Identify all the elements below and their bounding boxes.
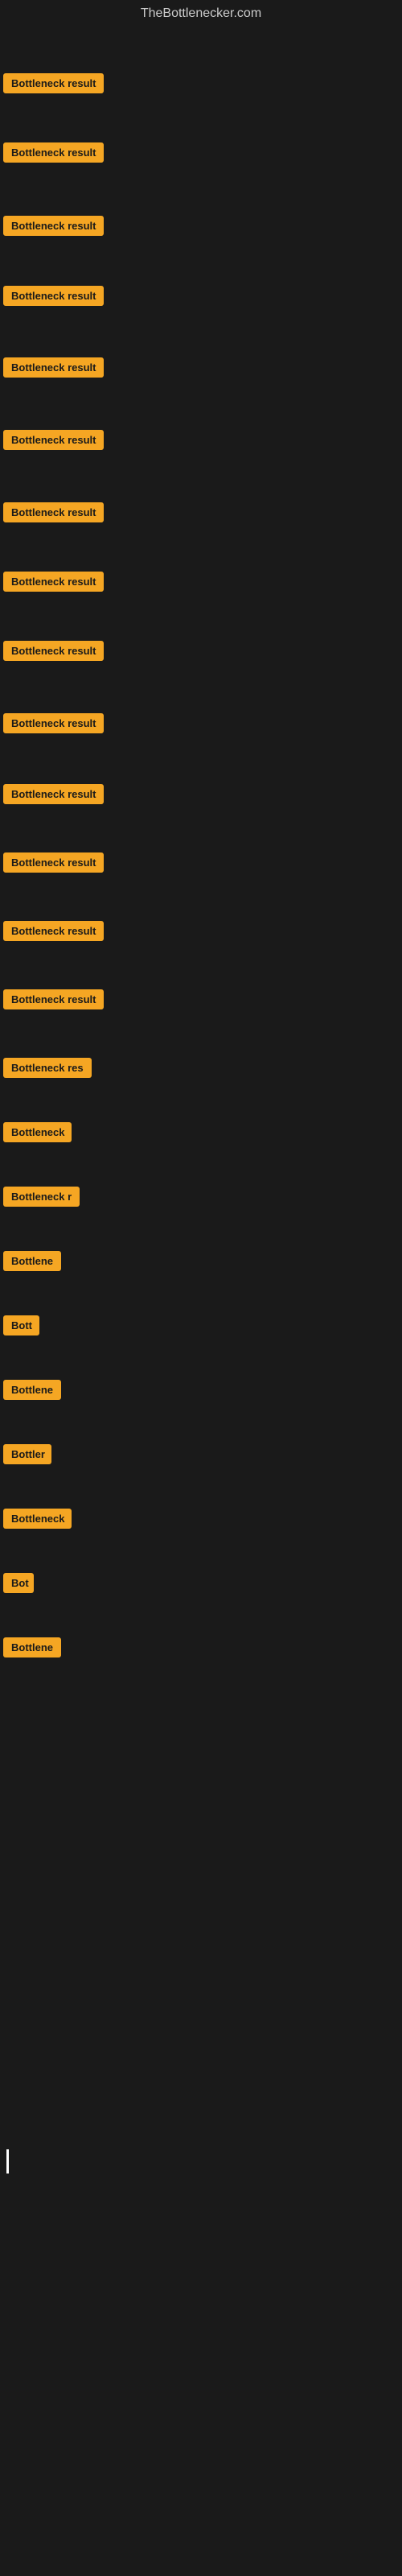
bottleneck-badge-2[interactable]: Bottleneck result [3, 142, 104, 163]
bottleneck-badge-3[interactable]: Bottleneck result [3, 216, 104, 236]
bottleneck-badge-21[interactable]: Bottler [3, 1444, 51, 1464]
bottleneck-item-24: Bottlene [0, 1637, 402, 1662]
bottleneck-item-23: Bot [0, 1573, 402, 1597]
bottleneck-badge-14[interactable]: Bottleneck result [3, 989, 104, 1009]
bottleneck-badge-15[interactable]: Bottleneck res [3, 1058, 92, 1078]
bottleneck-badge-24[interactable]: Bottlene [3, 1637, 61, 1657]
bottleneck-badge-18[interactable]: Bottlene [3, 1251, 61, 1271]
bottleneck-item-8: Bottleneck result [0, 572, 402, 596]
bottleneck-badge-23[interactable]: Bot [3, 1573, 34, 1593]
bottleneck-badge-4[interactable]: Bottleneck result [3, 286, 104, 306]
bottleneck-item-11: Bottleneck result [0, 784, 402, 808]
bottleneck-item-10: Bottleneck result [0, 713, 402, 737]
bottleneck-badge-13[interactable]: Bottleneck result [3, 921, 104, 941]
bottleneck-item-14: Bottleneck result [0, 989, 402, 1013]
bottleneck-item-1: Bottleneck result [0, 73, 402, 97]
site-title: TheBottlenecker.com [0, 0, 402, 27]
bottleneck-badge-5[interactable]: Bottleneck result [3, 357, 104, 378]
bottleneck-badge-10[interactable]: Bottleneck result [3, 713, 104, 733]
bottleneck-badge-17[interactable]: Bottleneck r [3, 1187, 80, 1207]
bottleneck-badge-16[interactable]: Bottleneck [3, 1122, 72, 1142]
bottleneck-item-13: Bottleneck result [0, 921, 402, 945]
page-wrapper: TheBottlenecker.com Bottleneck resultBot… [0, 0, 402, 2576]
bottleneck-badge-12[interactable]: Bottleneck result [3, 852, 104, 873]
bottleneck-item-9: Bottleneck result [0, 641, 402, 665]
bottleneck-item-19: Bott [0, 1315, 402, 1340]
bottleneck-badge-7[interactable]: Bottleneck result [3, 502, 104, 522]
bottleneck-list: Bottleneck result Bottleneck result Bottle… [0, 27, 402, 1798]
bottleneck-badge-19[interactable]: Bott [3, 1315, 39, 1335]
cursor-area [3, 2133, 12, 2190]
bottleneck-item-12: Bottleneck result [0, 852, 402, 877]
bottleneck-item-17: Bottleneck r [0, 1187, 402, 1211]
bottleneck-item-6: Bottleneck result [0, 430, 402, 454]
bottleneck-item-2: Bottleneck result [0, 142, 402, 167]
bottleneck-item-4: Bottleneck result [0, 286, 402, 310]
bottleneck-badge-20[interactable]: Bottlene [3, 1380, 61, 1400]
bottleneck-badge-22[interactable]: Bottleneck [3, 1509, 72, 1529]
bottleneck-item-18: Bottlene [0, 1251, 402, 1275]
bottleneck-item-21: Bottler [0, 1444, 402, 1468]
bottleneck-item-20: Bottlene [0, 1380, 402, 1404]
bottleneck-badge-6[interactable]: Bottleneck result [3, 430, 104, 450]
bottleneck-item-16: Bottleneck [0, 1122, 402, 1146]
bottleneck-badge-1[interactable]: Bottleneck result [3, 73, 104, 93]
bottleneck-item-7: Bottleneck result [0, 502, 402, 526]
bottleneck-badge-8[interactable]: Bottleneck result [3, 572, 104, 592]
bottleneck-item-22: Bottleneck [0, 1509, 402, 1533]
bottleneck-item-3: Bottleneck result [0, 216, 402, 240]
bottleneck-badge-9[interactable]: Bottleneck result [3, 641, 104, 661]
bottleneck-badge-11[interactable]: Bottleneck result [3, 784, 104, 804]
cursor-line [6, 2149, 9, 2174]
bottleneck-item-5: Bottleneck result [0, 357, 402, 382]
bottleneck-item-15: Bottleneck res [0, 1058, 402, 1082]
